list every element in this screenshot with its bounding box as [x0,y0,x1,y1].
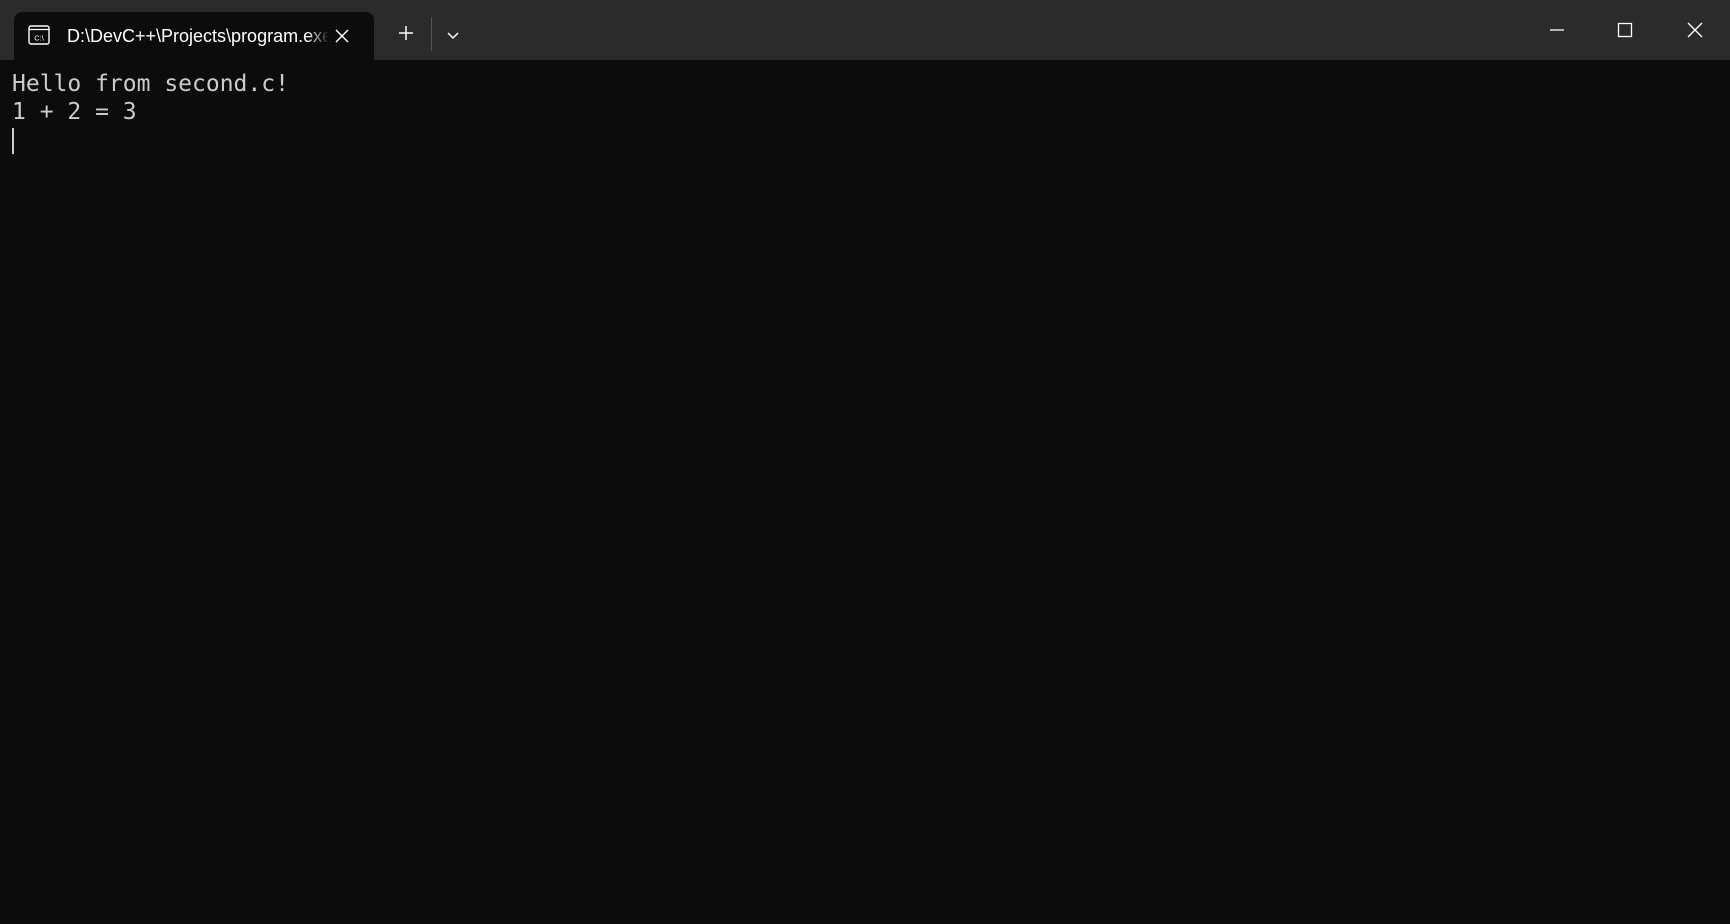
console-output[interactable]: Hello from second.c! 1 + 2 = 3 [12,70,1718,910]
console-input-line[interactable] [12,126,1718,154]
title-bar[interactable]: C:\ D:\DevC++\Projects\program.exe [0,0,1730,60]
console-line: 1 + 2 = 3 [12,99,137,125]
minimize-icon [1550,29,1564,31]
close-icon [1687,22,1703,38]
console-line: Hello from second.c! [12,71,289,97]
svg-text:C:\: C:\ [34,34,45,43]
new-tab-plus-icon[interactable] [393,20,419,46]
tab-active[interactable]: C:\ D:\DevC++\Projects\program.exe [14,12,374,60]
chevron-down-icon[interactable] [440,22,466,48]
tab-title: D:\DevC++\Projects\program.exe [67,26,329,46]
tab-close-icon[interactable] [330,24,354,48]
maximize-button[interactable] [1596,8,1654,52]
toolbar-divider [431,17,432,51]
terminal-window: C:\ D:\DevC++\Projects\program.exe Hello… [0,0,1730,924]
cmd-console-icon: C:\ [28,25,50,45]
text-cursor [12,128,14,154]
minimize-button[interactable] [1528,8,1586,52]
maximize-icon [1617,22,1633,38]
close-window-button[interactable] [1666,8,1724,52]
